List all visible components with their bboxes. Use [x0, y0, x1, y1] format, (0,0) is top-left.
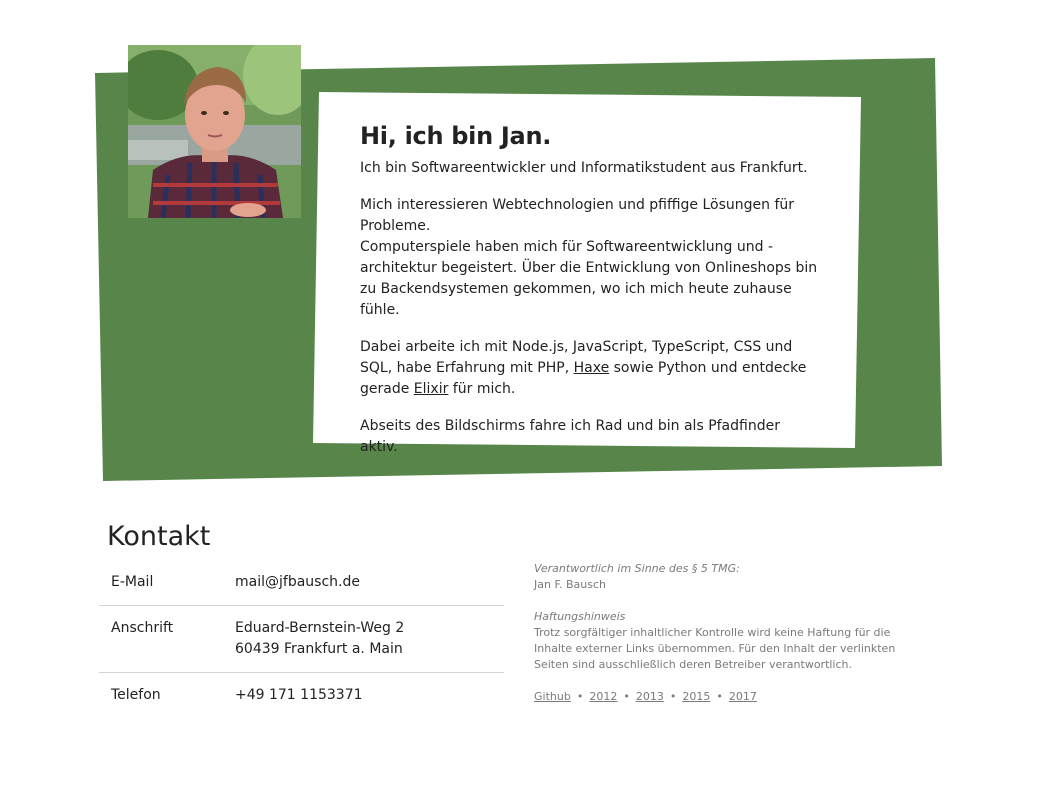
contact-row-phone: Telefon +49 171 1153371: [99, 672, 504, 718]
intro-p3-text-c: für mich.: [448, 381, 516, 397]
imprint-liability: Haftungshinweis Trotz sorgfältiger inhal…: [534, 609, 914, 673]
link-separator: •: [623, 690, 630, 703]
responsible-heading: Verantwortlich im Sinne des § 5 TMG:: [534, 562, 740, 575]
address-line-1: Eduard-Bernstein-Weg 2: [235, 620, 405, 636]
address-value: Eduard-Bernstein-Weg 2 60439 Frankfurt a…: [223, 605, 504, 673]
responsible-name: Jan F. Bausch: [534, 578, 607, 591]
contact-table: E-Mail mail@jfbausch.de Anschrift Eduard…: [99, 560, 504, 718]
address-label: Anschrift: [99, 605, 223, 673]
intro-p2-line2: Computerspiele haben mich für Softwareen…: [360, 239, 818, 318]
github-link[interactable]: Github: [534, 690, 571, 703]
contact-row-address: Anschrift Eduard-Bernstein-Weg 2 60439 F…: [99, 605, 504, 673]
portrait-photo-icon: [128, 45, 301, 218]
footer-links: Github • 2012 • 2013 • 2015 • 2017: [534, 689, 914, 705]
year-2012-link[interactable]: 2012: [589, 690, 617, 703]
profile-photo: [128, 45, 301, 218]
liability-heading: Haftungshinweis: [534, 610, 626, 623]
phone-label: Telefon: [99, 672, 223, 718]
link-separator: •: [716, 690, 723, 703]
imprint-responsible: Verantwortlich im Sinne des § 5 TMG: Jan…: [534, 561, 914, 593]
intro-paragraph-3: Dabei arbeite ich mit Node.js, JavaScrip…: [360, 337, 820, 400]
intro-p2-line1: Mich interessieren Webtechnologien und p…: [360, 197, 795, 234]
phone-value[interactable]: +49 171 1153371: [223, 672, 504, 718]
intro-paragraph-4: Abseits des Bildschirms fahre ich Rad un…: [360, 416, 820, 458]
contact-title: Kontakt: [107, 521, 211, 552]
link-separator: •: [669, 690, 677, 703]
year-2017-link[interactable]: 2017: [729, 690, 757, 703]
imprint-section: Verantwortlich im Sinne des § 5 TMG: Jan…: [534, 561, 914, 705]
year-2015-link[interactable]: 2015: [682, 690, 710, 703]
contact-row-email: E-Mail mail@jfbausch.de: [99, 560, 504, 606]
email-label: E-Mail: [111, 574, 154, 590]
intro-p1-text: Ich bin Softwareentwickler und Informati…: [360, 160, 808, 176]
link-separator: •: [576, 690, 584, 703]
intro-section: Hi, ich bin Jan. Ich bin Softwareentwick…: [360, 120, 820, 474]
address-line-2: 60439 Frankfurt a. Main: [235, 641, 403, 657]
liability-text: Trotz sorgfältiger inhaltlicher Kontroll…: [534, 626, 896, 671]
year-2013-link[interactable]: 2013: [636, 690, 664, 703]
haxe-link[interactable]: Haxe: [574, 360, 610, 376]
intro-paragraph-1: Ich bin Softwareentwickler und Informati…: [360, 158, 820, 179]
intro-heading: Hi, ich bin Jan.: [360, 122, 552, 150]
intro-paragraph-2: Mich interessieren Webtechnologien und p…: [360, 195, 820, 321]
elixir-link[interactable]: Elixir: [414, 381, 449, 397]
page: Hi, ich bin Jan. Ich bin Softwareentwick…: [0, 0, 1050, 804]
email-value[interactable]: mail@jfbausch.de: [223, 560, 504, 606]
intro-p4-text: Abseits des Bildschirms fahre ich Rad un…: [360, 418, 780, 455]
